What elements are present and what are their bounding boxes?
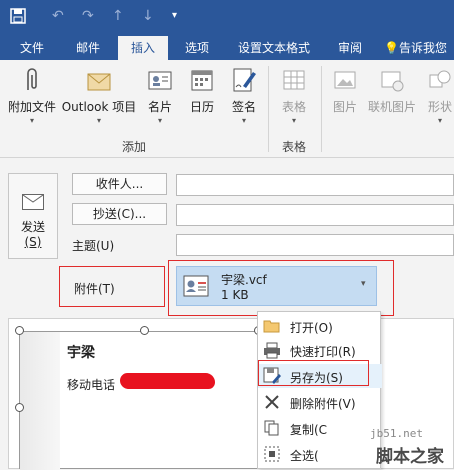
menu-item-quick-print[interactable]: 快速打印(R)	[258, 338, 382, 362]
tab-mail[interactable]: 邮件	[66, 36, 110, 60]
signature-button[interactable]: 签名 ▾	[226, 66, 262, 125]
envelope-item-icon	[86, 66, 112, 94]
chevron-down-icon: ▾	[29, 116, 34, 125]
ribbon-body: 附加文件 ▾ Outlook 项目 ▾ 名片 ▾ 日历 签名 ▾ 添加 表格 ▾…	[0, 60, 454, 158]
watermark-site: jb51.net	[370, 427, 423, 440]
resize-handle[interactable]	[15, 326, 24, 335]
picture-icon	[332, 66, 358, 94]
table-button[interactable]: 表格 ▾	[276, 66, 312, 125]
shapes-icon	[427, 66, 453, 94]
group-label-table: 表格	[282, 140, 307, 154]
subject-field[interactable]	[176, 234, 454, 256]
group-divider	[321, 66, 322, 152]
group-divider	[268, 66, 269, 152]
resize-handle[interactable]	[15, 403, 24, 412]
attachment-label-highlight	[59, 266, 165, 307]
cc-button[interactable]: 抄送(C)...	[72, 203, 167, 225]
watermark-name: 脚本之家	[376, 447, 444, 467]
title-bar: ↶ ↷ ↑ ↓ ▾	[0, 0, 454, 36]
menu-item-remove-attachment[interactable]: 删除附件(V)	[258, 390, 382, 414]
save-icon[interactable]	[10, 8, 26, 28]
tab-insert[interactable]: 插入	[118, 36, 168, 60]
open-folder-icon	[263, 317, 281, 335]
attachment-item-highlight	[168, 260, 394, 316]
redo-icon[interactable]: ↷	[82, 8, 94, 24]
resize-handle[interactable]	[140, 326, 149, 335]
delete-x-icon	[263, 393, 281, 411]
group-label-add: 添加	[122, 140, 147, 154]
tab-format-text[interactable]: 设置文本格式	[230, 36, 318, 60]
copy-icon	[263, 419, 281, 437]
business-card-preview[interactable]: 宇梁 移动电话	[19, 331, 259, 470]
send-button[interactable]: 发送 (S)	[8, 173, 58, 259]
tab-options[interactable]: 选项	[175, 36, 219, 60]
cc-field[interactable]	[176, 204, 454, 226]
calendar-button[interactable]: 日历	[184, 66, 220, 115]
table-icon	[281, 66, 307, 94]
chevron-down-icon: ▾	[437, 116, 442, 125]
send-envelope-icon	[22, 194, 44, 210]
paperclip-icon	[19, 66, 45, 94]
outlook-item-button[interactable]: Outlook 项目 ▾	[60, 66, 138, 125]
lightbulb-icon: 💡	[384, 41, 399, 55]
subject-label: 主题(U)	[72, 239, 115, 253]
redacted-phone-scribble	[120, 373, 215, 389]
menu-item-select-all[interactable]: 全选(	[258, 442, 382, 466]
tab-file[interactable]: 文件	[10, 36, 54, 60]
undo-icon[interactable]: ↶	[52, 8, 64, 24]
online-picture-icon	[379, 66, 405, 94]
chevron-down-icon: ▾	[96, 116, 101, 125]
chevron-down-icon: ▾	[241, 116, 246, 125]
card-phone-label: 移动电话	[67, 378, 116, 392]
up-arrow-icon[interactable]: ↑	[112, 8, 124, 24]
signature-pen-icon	[231, 66, 257, 94]
business-card-icon	[147, 66, 173, 94]
chevron-down-icon: ▾	[291, 116, 296, 125]
save-as-highlight	[258, 360, 369, 386]
card-side-stripe	[20, 332, 60, 470]
chevron-down-icon: ▾	[157, 116, 162, 125]
tab-tell-me[interactable]: 💡告诉我您	[384, 36, 454, 60]
attach-file-button[interactable]: 附加文件 ▾	[6, 66, 58, 125]
select-all-icon	[263, 445, 281, 463]
menu-item-open[interactable]: 打开(O)	[258, 314, 382, 338]
customize-toolbar-icon[interactable]: ▾	[172, 10, 177, 21]
printer-icon	[263, 341, 281, 359]
card-contact-name: 宇梁	[67, 345, 95, 361]
tab-review[interactable]: 审阅	[330, 36, 370, 60]
down-arrow-icon[interactable]: ↓	[142, 8, 154, 24]
picture-button[interactable]: 图片	[328, 66, 362, 115]
attachment-context-menu: 打开(O) 快速打印(R) 另存为(S) 删除附件(V) 复制(C 全选(	[257, 311, 382, 469]
shapes-button[interactable]: 形状 ▾	[422, 66, 454, 125]
to-field[interactable]	[176, 174, 454, 196]
to-button[interactable]: 收件人...	[72, 173, 167, 195]
ribbon-tabs: 文件 邮件 插入 选项 设置文本格式 审阅 💡告诉我您	[0, 36, 454, 60]
menu-item-copy[interactable]: 复制(C	[258, 416, 382, 440]
business-card-button[interactable]: 名片 ▾	[142, 66, 178, 125]
calendar-icon	[189, 66, 215, 94]
online-picture-button[interactable]: 联机图片	[366, 66, 418, 115]
